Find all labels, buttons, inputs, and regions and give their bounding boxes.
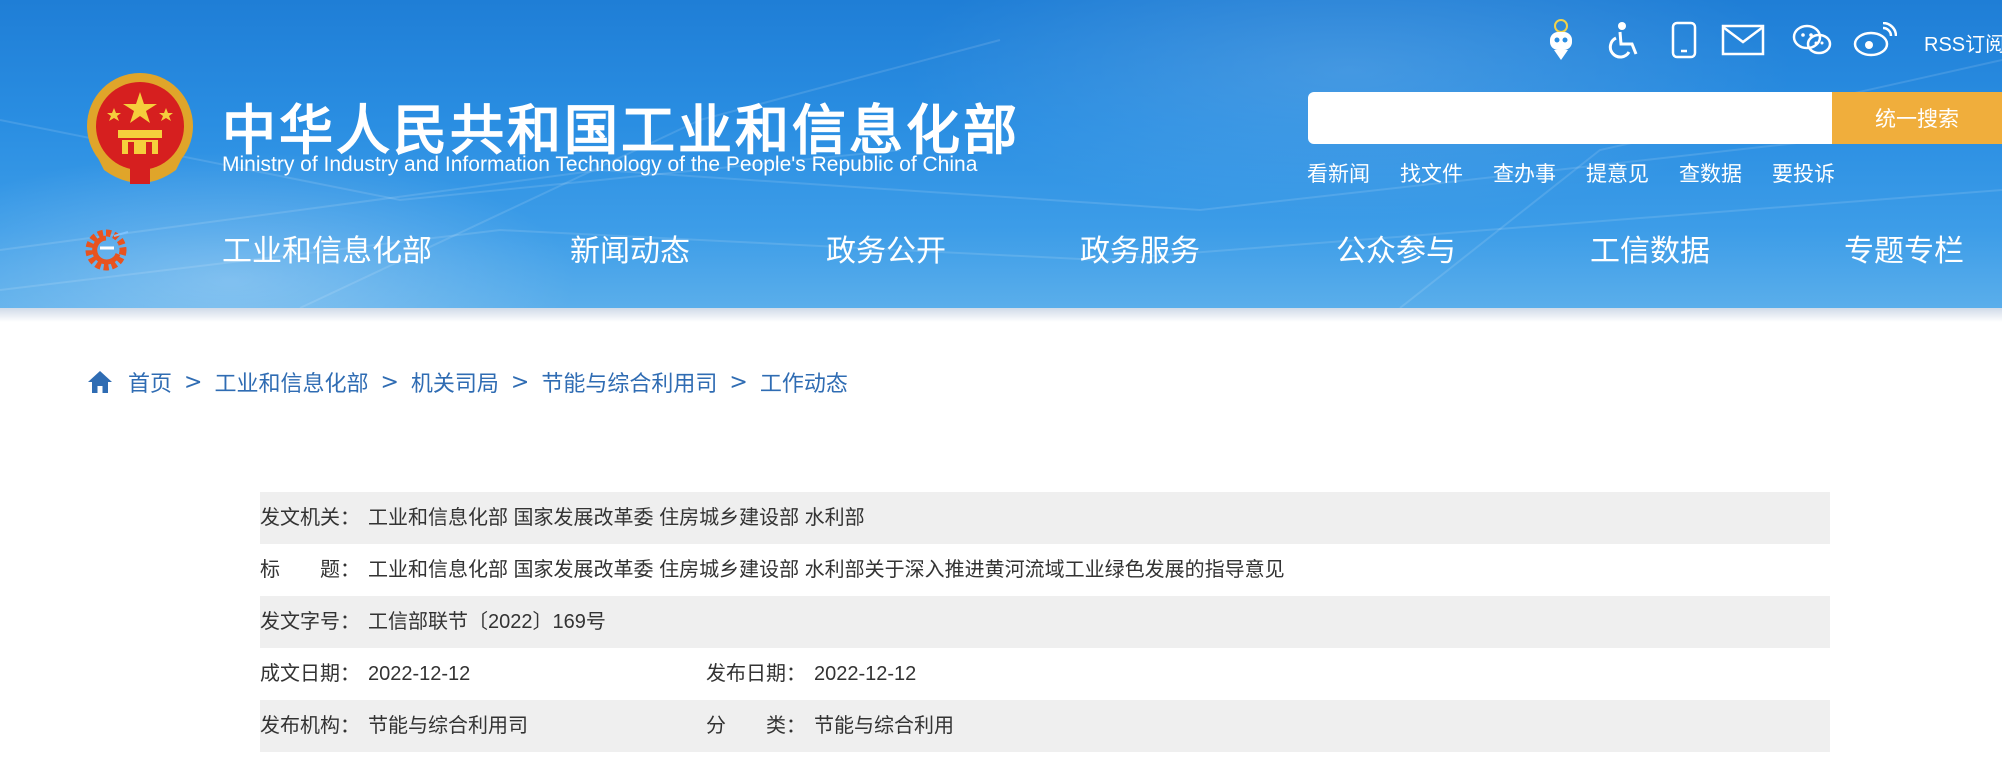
unified-search-button[interactable]: 统一搜索 <box>1832 92 2002 144</box>
mail-icon[interactable] <box>1718 16 1768 64</box>
breadcrumb-separator: > <box>729 369 748 395</box>
info-row-title: 标 题： 工业和信息化部 国家发展改革委 住房城乡建设部 水利部关于深入推进黄河… <box>260 544 1830 596</box>
publisher-value: 节能与综合利用司 <box>368 715 528 737</box>
weibo-icon[interactable] <box>1850 16 1900 64</box>
nav-government-services[interactable]: 政务服务 <box>1080 226 1200 270</box>
nav-news[interactable]: 新闻动态 <box>570 226 690 270</box>
quick-links: 看新闻 找文件 查办事 提意见 查数据 要投诉 <box>1307 158 1865 188</box>
quick-link-services[interactable]: 查办事 <box>1493 158 1556 188</box>
breadcrumb: 首页 > 工业和信息化部 > 机关司局 > 节能与综合利用司 > 工作动态 <box>86 364 848 400</box>
written-date-value: 2022-12-12 <box>368 663 471 685</box>
main-nav: 工业和信息化部 新闻动态 政务公开 政务服务 公众参与 工信数据 专题专栏 <box>0 226 2002 278</box>
nav-government-affairs[interactable]: 政务公开 <box>826 226 946 270</box>
home-icon[interactable] <box>86 368 114 396</box>
written-date-label: 成文日期： <box>260 663 360 685</box>
breadcrumb-energy-saving-dept[interactable]: 节能与综合利用司 <box>541 366 717 398</box>
breadcrumb-separator: > <box>380 369 399 395</box>
doc-number-value: 工信部联节〔2022〕169号 <box>368 611 606 633</box>
breadcrumb-ministry[interactable]: 工业和信息化部 <box>214 366 368 398</box>
category-label: 分 类： <box>706 715 806 737</box>
info-row-doc-number: 发文字号： 工信部联节〔2022〕169号 <box>260 596 1830 648</box>
site-subtitle: Ministry of Industry and Information Tec… <box>222 153 978 176</box>
issuer-value: 工业和信息化部 国家发展改革委 住房城乡建设部 水利部 <box>368 507 865 529</box>
publish-date-label: 发布日期： <box>706 663 806 685</box>
rss-subscribe-link[interactable]: RSS订阅 <box>1924 28 2002 57</box>
wechat-icon[interactable] <box>1790 16 1834 64</box>
mobile-phone-icon[interactable] <box>1664 16 1704 64</box>
nav-ministry[interactable]: 工业和信息化部 <box>222 226 432 270</box>
issuer-label: 发文机关： <box>260 507 360 529</box>
breadcrumb-departments[interactable]: 机关司局 <box>411 366 499 398</box>
breadcrumb-work-news[interactable]: 工作动态 <box>760 366 848 398</box>
publisher-label: 发布机构： <box>260 715 360 737</box>
nav-public-participation[interactable]: 公众参与 <box>1336 226 1456 270</box>
breadcrumb-separator: > <box>510 369 530 395</box>
doc-number-label: 发文字号： <box>260 611 360 633</box>
title-value: 工业和信息化部 国家发展改革委 住房城乡建设部 水利部关于深入推进黄河流域工业绿… <box>368 559 1285 581</box>
info-row-issuer: 发文机关： 工业和信息化部 国家发展改革委 住房城乡建设部 水利部 <box>260 492 1830 544</box>
publish-date-value: 2022-12-12 <box>814 663 917 685</box>
wheelchair-accessibility-icon[interactable] <box>1600 16 1644 64</box>
robot-assistant-icon[interactable] <box>1540 16 1582 64</box>
quick-link-data[interactable]: 查数据 <box>1679 158 1742 188</box>
info-row-dates: 成文日期： 2022-12-12 发布日期： 2022-12-12 <box>260 648 1830 700</box>
info-row-publisher: 发布机构： 节能与综合利用司 分 类： 节能与综合利用 <box>260 700 1830 752</box>
quick-link-feedback[interactable]: 提意见 <box>1586 158 1649 188</box>
utility-icon-bar: RSS订阅 <box>1528 16 2002 64</box>
breadcrumb-home[interactable]: 首页 <box>128 366 172 398</box>
quick-link-complaint[interactable]: 要投诉 <box>1772 158 1835 188</box>
search-input[interactable] <box>1308 92 1832 144</box>
national-emblem-logo <box>87 73 193 184</box>
nav-special-topics[interactable]: 专题专栏 <box>1844 226 1964 270</box>
breadcrumb-separator: > <box>184 369 203 395</box>
title-label: 标 题： <box>260 559 360 581</box>
quick-link-files[interactable]: 找文件 <box>1400 158 1463 188</box>
quick-link-news[interactable]: 看新闻 <box>1307 158 1370 188</box>
document-info-table: 发文机关： 工业和信息化部 国家发展改革委 住房城乡建设部 水利部 标 题： 工… <box>260 492 1830 752</box>
header-shadow <box>0 308 2002 322</box>
category-value: 节能与综合利用 <box>814 715 954 737</box>
site-header: 中华人民共和国工业和信息化部 Ministry of Industry and … <box>0 0 2002 308</box>
nav-miit-data[interactable]: 工信数据 <box>1590 226 1710 270</box>
